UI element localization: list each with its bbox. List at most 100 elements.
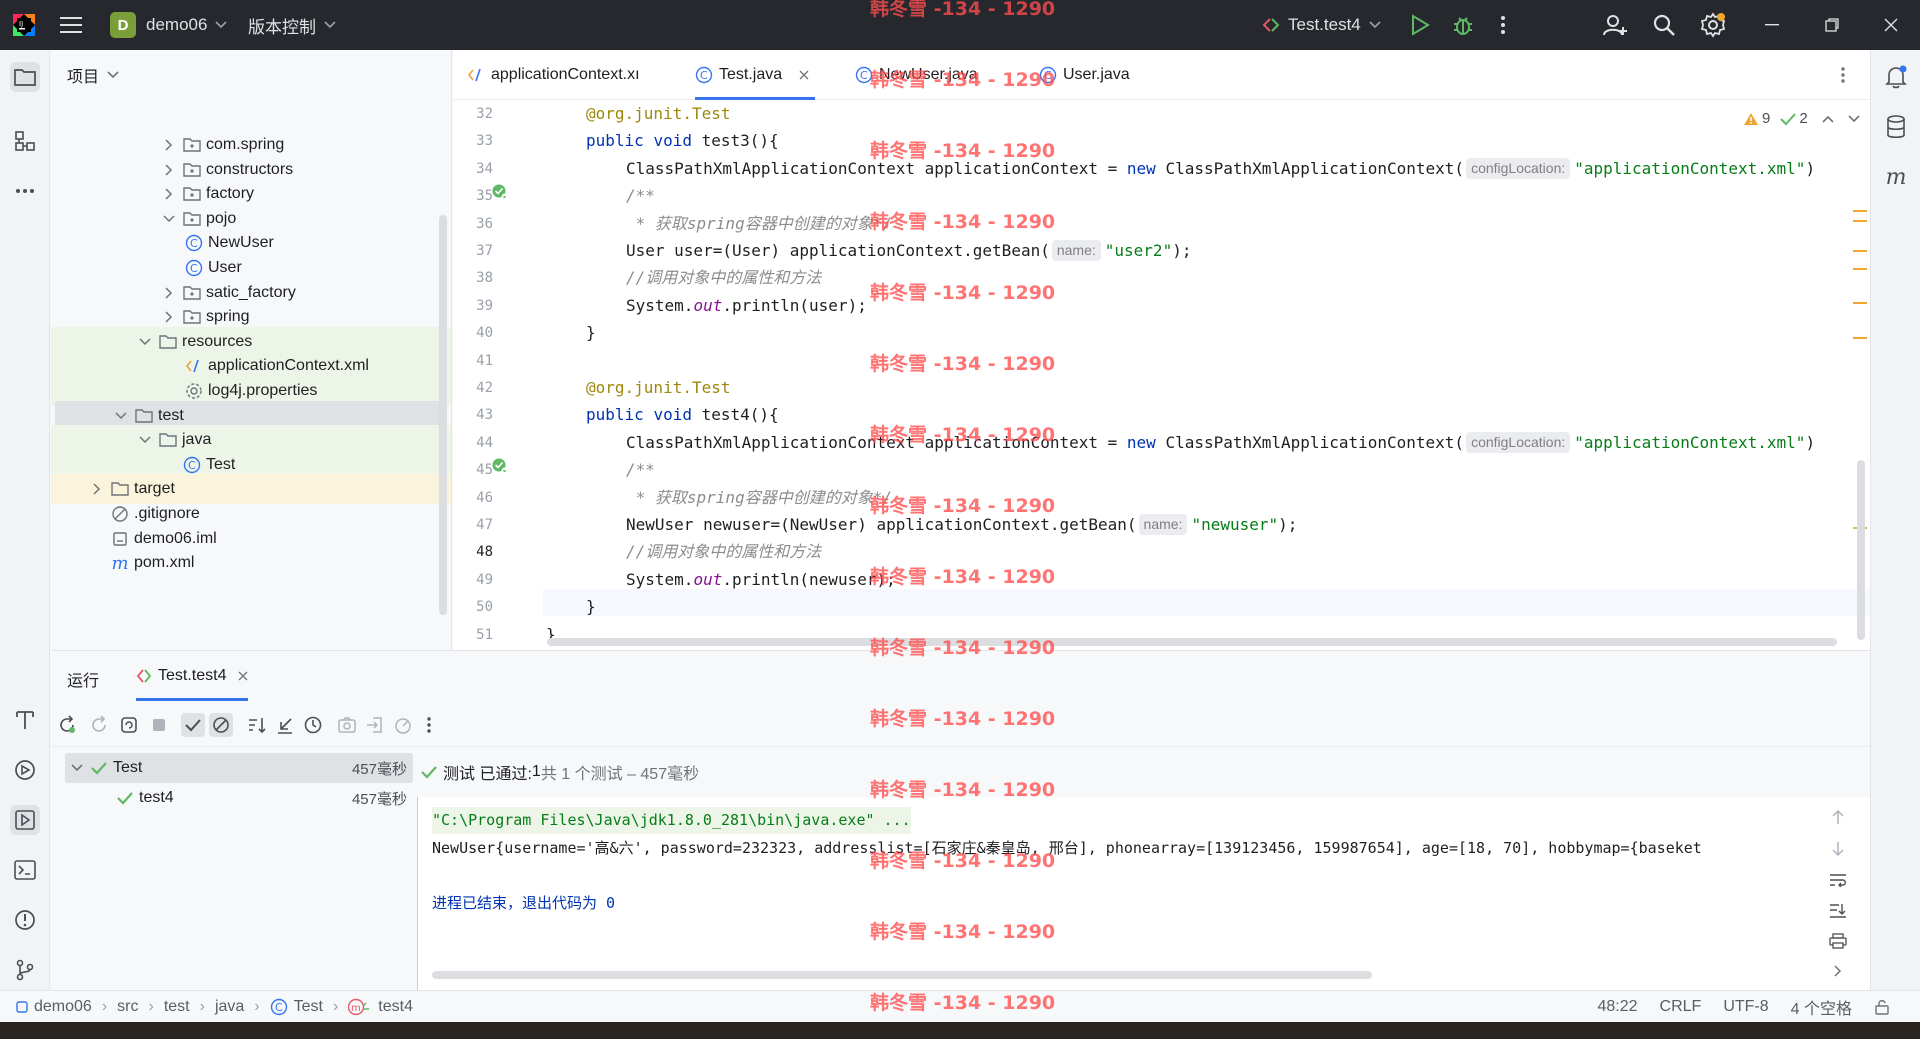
arrow-down-icon[interactable] [1831,841,1845,857]
line-number[interactable]: 49 [453,572,493,588]
console-output[interactable]: "C:\Program Files\Java\jdk1.8.0_281\bin\… [417,797,1870,991]
coverage-icon[interactable] [391,713,415,737]
services-icon[interactable] [10,755,40,785]
file-encoding[interactable]: UTF-8 [1723,998,1768,1016]
restore-button[interactable] [1825,0,1839,50]
rerun-failed-icon[interactable] [87,713,111,737]
maven-icon[interactable]: m [1881,162,1911,192]
chevron-down-icon[interactable] [137,432,153,448]
project-panel-header[interactable]: 项目 [51,50,451,100]
chevron-right-icon[interactable] [161,162,177,178]
warning-stripe-mark[interactable] [1853,220,1867,222]
caret-position[interactable]: 48:22 [1597,998,1637,1016]
line-number[interactable]: 44 [453,435,493,451]
chevron-right-icon[interactable] [161,285,177,301]
build-hammer-icon[interactable] [10,705,40,735]
line-number[interactable]: 36 [453,216,493,232]
minimize-button[interactable] [1765,0,1779,50]
run-tab-test4[interactable]: Test.test4 [136,651,249,701]
breadcrumb-item[interactable]: Test [294,998,323,1016]
more-actions-icon[interactable] [1500,0,1506,50]
chevron-right-icon[interactable] [89,481,105,497]
chevron-down-icon[interactable] [137,334,153,350]
close-window-button[interactable] [1884,0,1898,50]
problems-icon[interactable] [10,905,40,935]
add-user-icon[interactable] [1603,0,1627,50]
line-number[interactable]: 50 [453,599,493,615]
breadcrumb-item[interactable]: test4 [378,998,413,1016]
breadcrumb-item[interactable]: demo06 [34,998,92,1016]
line-number[interactable]: 33 [453,133,493,149]
close-tab-icon[interactable] [799,70,809,80]
chevron-down-icon[interactable] [161,211,177,227]
main-menu-icon[interactable] [60,0,82,50]
line-number[interactable]: 43 [453,407,493,423]
import-tests-icon[interactable] [363,713,387,737]
breadcrumb-item[interactable]: src [117,998,138,1016]
warning-stripe-mark[interactable] [1853,268,1867,270]
line-number[interactable]: 32 [453,106,493,122]
tab-test-java[interactable]: C Test.java [695,50,815,100]
debug-button[interactable] [1452,0,1474,50]
run-button[interactable] [1410,0,1430,50]
line-number[interactable]: 41 [453,353,493,369]
more-run-actions-icon[interactable] [417,713,441,737]
line-number[interactable]: 47 [453,517,493,533]
tab-user-java[interactable]: C User.java [1039,50,1149,100]
close-tab-icon[interactable] [238,671,248,681]
terminal-icon[interactable] [10,855,40,885]
warning-stripe-mark[interactable] [1853,210,1867,212]
chevron-right-icon[interactable] [161,309,177,325]
indent-setting[interactable]: 4 个空格 [1791,995,1852,1019]
notifications-bell-icon[interactable] [1881,62,1911,92]
show-passed-icon[interactable] [181,713,205,737]
chevron-right-icon[interactable] [161,186,177,202]
app-logo-icon[interactable]: IJ [12,0,36,50]
editor-vertical-scrollbar[interactable] [1857,460,1865,640]
line-number[interactable]: 46 [453,490,493,506]
search-icon[interactable] [1652,0,1676,50]
breadcrumb-item[interactable]: test [164,998,190,1016]
show-ignored-icon[interactable] [209,713,233,737]
run-test-gutter-icon[interactable] [491,183,509,201]
breadcrumb-item[interactable]: java [215,998,244,1016]
sort-icon[interactable] [245,713,269,737]
structure-icon[interactable] [10,126,40,156]
line-number[interactable]: 40 [453,325,493,341]
toggle-auto-test-icon[interactable] [117,713,141,737]
line-number[interactable]: 45 [453,462,493,478]
warning-stripe-mark[interactable] [1853,337,1867,339]
line-number[interactable]: 38 [453,270,493,286]
database-icon[interactable] [1881,112,1911,142]
tab-applicationcontext-xml[interactable]: applicationContext.xı [467,50,647,100]
soft-wrap-icon[interactable] [1829,873,1847,887]
project-switcher[interactable]: D demo06 [110,0,228,50]
line-number[interactable]: 34 [453,161,493,177]
run-config-selector[interactable]: Test.test4 [1262,0,1381,50]
more-tools-icon[interactable] [10,176,40,206]
line-number[interactable]: 48 [453,544,493,560]
warning-stripe-mark[interactable] [1853,250,1867,252]
line-number[interactable]: 51 [453,627,493,643]
project-scrollbar[interactable] [439,215,447,615]
scroll-to-end-icon[interactable] [1829,903,1847,919]
chevron-right-icon[interactable] [161,137,177,153]
test-history-icon[interactable] [301,713,325,737]
tab-options-icon[interactable] [1840,66,1846,84]
line-number[interactable]: 42 [453,380,493,396]
test-node-test[interactable]: Test 457毫秒 [65,753,413,783]
run-test-gutter-icon[interactable] [491,457,509,475]
chevron-right-icon[interactable] [1834,965,1842,977]
console-horizontal-scrollbar[interactable] [432,971,1372,979]
git-branch-icon[interactable] [10,955,40,985]
line-number[interactable]: 37 [453,243,493,259]
editor-horizontal-scrollbar[interactable] [547,638,1837,646]
settings-gear-icon[interactable] [1700,0,1726,50]
print-icon[interactable] [1829,933,1847,949]
line-number[interactable]: 35 [453,188,493,204]
code-area[interactable]: @org.junit.Test public void test3(){ Cla… [546,100,1870,650]
stop-icon[interactable] [147,713,171,737]
lock-icon[interactable] [1874,999,1890,1015]
line-number[interactable]: 39 [453,298,493,314]
vcs-menu[interactable]: 版本控制 [248,0,336,50]
